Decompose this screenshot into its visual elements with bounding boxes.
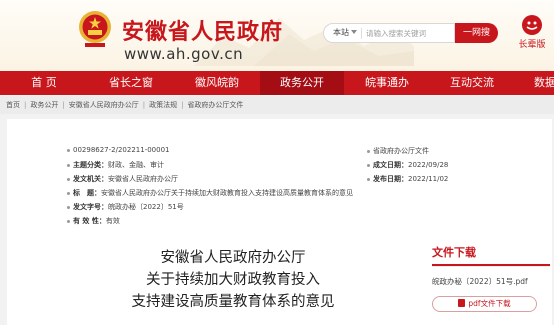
pdf-download-label: pdf文件下载 xyxy=(468,299,511,308)
meta-label: 发文机关： xyxy=(73,175,108,183)
breadcrumb-item-policy[interactable]: 政策法规 xyxy=(149,101,177,109)
divider xyxy=(432,266,550,267)
site-url: www.ah.gov.cn xyxy=(124,45,244,63)
bullet-icon xyxy=(67,177,70,181)
breadcrumb-item-home[interactable]: 首页 xyxy=(6,101,20,109)
breadcrumb-item-open-government[interactable]: 政务公开 xyxy=(30,101,58,109)
nav-item-culture[interactable]: 徽风皖韵 xyxy=(174,71,260,95)
bullet-icon xyxy=(67,205,70,209)
meta-label: 标 题： xyxy=(73,189,101,197)
elder-mode-label: 长辈版 xyxy=(518,40,546,50)
document-title: 安徽省人民政府办公厅 关于持续加大财政教育投入 支持建设高质量教育体系的意见 xyxy=(113,247,353,313)
meta-label: 主题分类： xyxy=(73,161,108,169)
bullet-icon xyxy=(367,163,370,167)
search-divider xyxy=(361,28,362,39)
meta-label: 有 效 性： xyxy=(73,217,106,225)
bullet-icon xyxy=(367,177,370,181)
nav-item-interaction[interactable]: 互动交流 xyxy=(430,71,514,95)
search-box: 本站 xyxy=(323,23,455,43)
nav-item-governor[interactable]: 省长之窗 xyxy=(88,71,174,95)
site-header: 安徽省人民政府 www.ah.gov.cn 本站 一网搜 长辈版 xyxy=(0,0,554,71)
download-file-link[interactable]: 皖政办秘〔2022〕51号.pdf xyxy=(432,276,554,287)
download-panel: 文件下载 皖政办秘〔2022〕51号.pdf pdf文件下载 xyxy=(432,244,554,312)
meta-label: 发布日期： xyxy=(373,175,408,183)
document-title-line: 安徽省人民政府办公厅 xyxy=(160,250,306,266)
meta-index-value: 00298627-2/202211-00001 xyxy=(73,146,170,154)
search-scope-select[interactable]: 本站 xyxy=(333,27,349,38)
site-title[interactable]: 安徽省人民政府 xyxy=(122,14,283,46)
main-nav: 首 页 省长之窗 徽风皖韵 政务公开 皖事通办 互动交流 数据开放 xyxy=(0,71,554,95)
document-title-line: 支持建设高质量教育体系的意见 xyxy=(131,294,335,310)
content-panel: 00298627-2/202211-00001 主题分类：财政、金融、审计 发文… xyxy=(7,119,552,325)
breadcrumb-item-general-office[interactable]: 安徽省人民政府办公厅 xyxy=(69,101,139,109)
nav-item-open-government[interactable]: 政务公开 xyxy=(260,71,344,95)
meta-category-value: 省政府办公厅文件 xyxy=(373,147,429,155)
bullet-icon xyxy=(67,148,70,152)
meta-value: 安徽省人民政府办公厅 xyxy=(108,175,178,183)
download-title: 文件下载 xyxy=(432,246,476,259)
nav-item-open-data[interactable]: 数据开放 xyxy=(514,71,554,95)
bullet-icon xyxy=(67,219,70,223)
elder-mode-button[interactable]: 长辈版 xyxy=(514,14,550,50)
meta-value: 财政、金融、审计 xyxy=(108,161,164,169)
meta-value: 2022/11/02 xyxy=(408,175,449,183)
nav-item-home[interactable]: 首 页 xyxy=(0,71,88,95)
meta-value: 2022/09/28 xyxy=(408,161,449,169)
meta-value: 皖政办秘〔2022〕51号 xyxy=(108,203,184,211)
meta-value: 安徽省人民政府办公厅关于持续加大财政教育投入支持建设高质量教育体系的意见 xyxy=(101,189,353,197)
document-title-line: 关于持续加大财政教育投入 xyxy=(146,272,320,288)
meta-label: 发文字号： xyxy=(73,203,108,211)
breadcrumb-item-documents[interactable]: 省政府办公厅文件 xyxy=(187,101,243,109)
search-button[interactable]: 一网搜 xyxy=(455,23,498,43)
meta-value: 有效 xyxy=(105,217,120,225)
bullet-icon xyxy=(367,149,370,153)
breadcrumb: 首页 | 政务公开 | 安徽省人民政府办公厅 | 政策法规 | 省政府办公厅文件 xyxy=(0,96,554,114)
bullet-icon xyxy=(67,191,70,195)
national-emblem-icon xyxy=(79,11,111,47)
meta-label: 成文日期： xyxy=(373,161,408,169)
chevron-down-icon[interactable] xyxy=(351,30,357,34)
nav-item-services[interactable]: 皖事通办 xyxy=(344,71,430,95)
pdf-download-button[interactable]: pdf文件下载 xyxy=(432,296,537,312)
search-input[interactable] xyxy=(366,25,452,41)
pdf-icon xyxy=(458,299,466,307)
elder-mode-icon xyxy=(522,15,542,35)
bullet-icon xyxy=(67,163,70,167)
